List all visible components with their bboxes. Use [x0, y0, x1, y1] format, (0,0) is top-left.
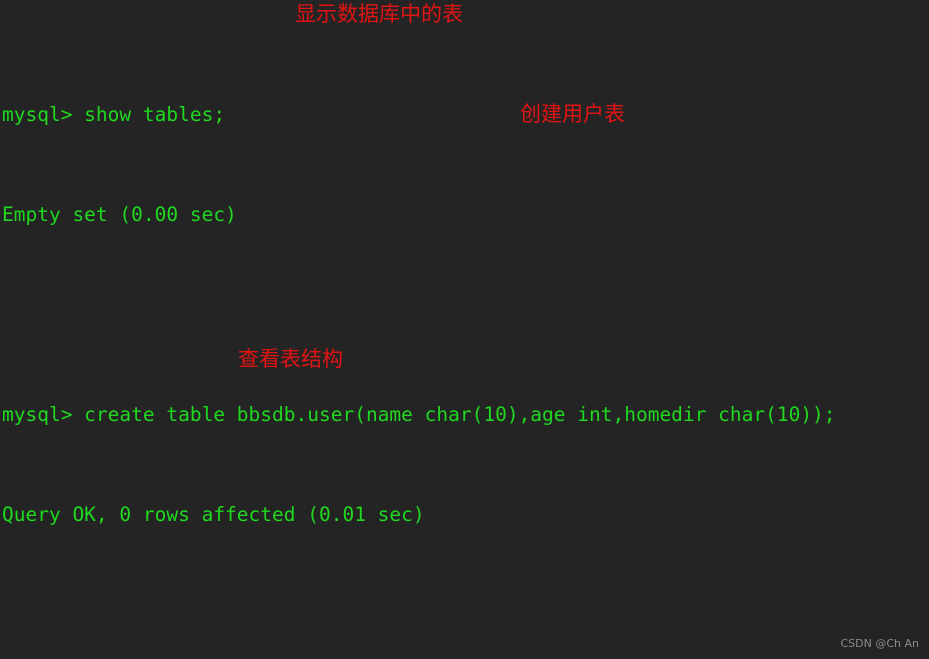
- command-line-show-tables-1: mysql> show tables;: [2, 103, 226, 126]
- terminal-line: mysql> create table bbsdb.user(name char…: [2, 402, 836, 427]
- command-line-create-table: mysql> create table bbsdb.user(name char…: [2, 403, 836, 426]
- annotation-show-tables: 显示数据库中的表: [295, 2, 463, 26]
- result-query-ok: Query OK, 0 rows affected (0.01 sec): [2, 503, 425, 526]
- terminal-line: Empty set (0.00 sec): [2, 202, 836, 227]
- annotation-desc-table: 查看表结构: [238, 347, 343, 371]
- watermark: CSDN @Ch An: [840, 637, 919, 650]
- result-empty-set: Empty set (0.00 sec): [2, 203, 237, 226]
- terminal-line: Query OK, 0 rows affected (0.01 sec): [2, 502, 836, 527]
- terminal-window[interactable]: mysql> show tables; Empty set (0.00 sec)…: [0, 0, 929, 659]
- terminal-screen: mysql> show tables; Empty set (0.00 sec)…: [2, 2, 836, 659]
- terminal-line: mysql> show tables;: [2, 102, 836, 127]
- annotation-create-table: 创建用户表: [520, 102, 625, 126]
